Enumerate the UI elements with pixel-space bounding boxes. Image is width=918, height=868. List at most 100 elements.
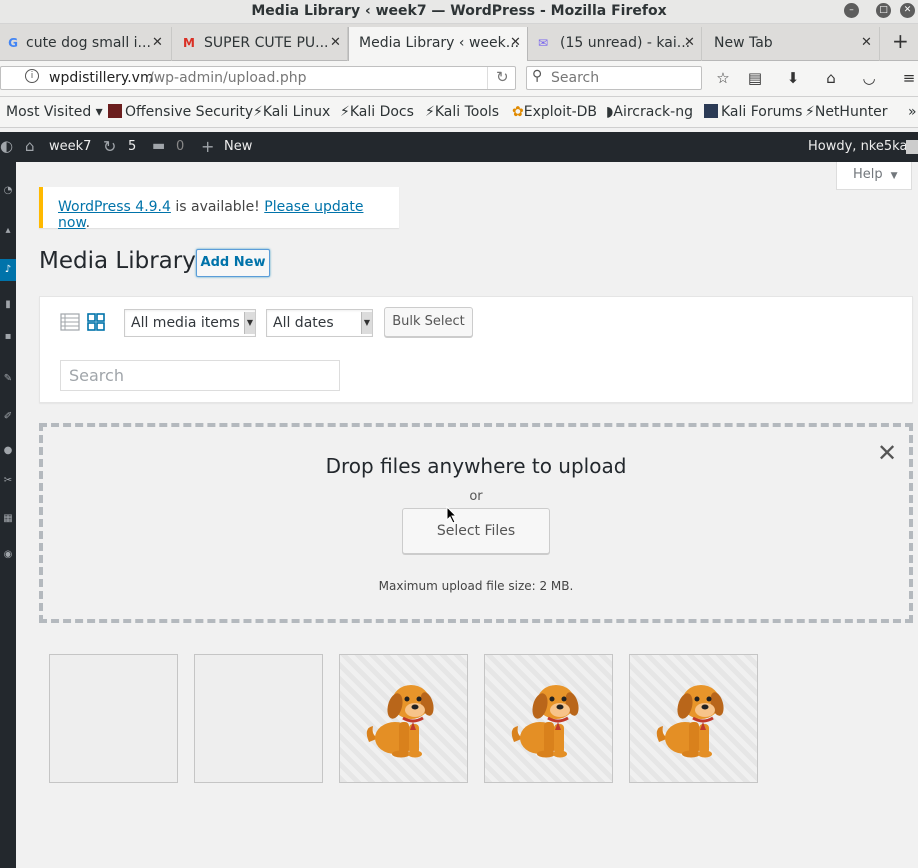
users-icon[interactable]: ●: [0, 444, 16, 458]
posts-icon[interactable]: ▴: [0, 224, 16, 238]
media-attachment-thumbnail[interactable]: [339, 654, 468, 783]
window-title: Media Library ‹ week7 — WordPress - Mozi…: [251, 3, 667, 19]
home-icon[interactable]: ⌂: [822, 69, 840, 87]
home-icon[interactable]: ⌂: [25, 137, 35, 155]
upload-dropzone[interactable]: ✕ Drop files anywhere to upload or Selec…: [39, 423, 913, 623]
plugins-icon[interactable]: ✐: [0, 410, 16, 424]
wp-admin-bar: ◐ ⌂ week7 ↻ 5 ▬ 0 + New Howdy, nke5ka: [0, 132, 918, 162]
list-view-icon[interactable]: [60, 313, 80, 331]
bookmark-label: Kali Docs: [349, 104, 414, 120]
kali-dragon-icon: ⚡: [805, 104, 815, 120]
avatar[interactable]: [906, 140, 918, 154]
google-icon: G: [8, 36, 18, 50]
select-files-button[interactable]: Select Files: [402, 508, 550, 554]
bulk-select-button[interactable]: Bulk Select: [384, 307, 473, 337]
close-tab-icon[interactable]: ✕: [152, 27, 163, 59]
comments-menu-icon[interactable]: ▪: [0, 330, 16, 344]
bookmark-kali-linux[interactable]: ⚡Kali Linux: [253, 104, 330, 120]
navigation-toolbar: ◂ i wpdistillery.vm /wp-admin/upload.php…: [0, 61, 918, 97]
menu-hamburger-icon[interactable]: ≡: [900, 69, 918, 87]
media-type-select[interactable]: All media items ▼: [124, 309, 256, 337]
downloads-icon[interactable]: ⬇: [784, 69, 802, 87]
close-window-icon[interactable]: ✕: [900, 3, 915, 18]
maximize-icon[interactable]: □: [876, 3, 891, 18]
media-search-placeholder: Search: [69, 366, 124, 385]
dog-image-icon: [511, 685, 579, 758]
bookmark-kali-tools[interactable]: ⚡Kali Tools: [425, 104, 499, 120]
bookmark-label: Exploit-DB: [523, 104, 598, 120]
media-search-input[interactable]: Search: [60, 360, 340, 391]
search-icon: ⚲: [532, 68, 543, 84]
tab-media-library[interactable]: Media Library ‹ week... ✕: [348, 27, 528, 61]
tab-google[interactable]: G cute dog small i... ✕: [0, 27, 172, 61]
pages-icon[interactable]: ▮: [0, 298, 16, 312]
media-attachment-thumbnail[interactable]: [194, 654, 323, 783]
bookmark-most-visited[interactable]: Most Visited ▾: [6, 104, 103, 120]
media-attachment-thumbnail[interactable]: [629, 654, 758, 783]
bookmark-star-icon[interactable]: ☆: [714, 69, 732, 87]
close-tab-icon[interactable]: ✕: [330, 27, 341, 59]
dashboard-icon[interactable]: ◔: [0, 184, 16, 198]
bookmark-nethunter[interactable]: ⚡NetHunter: [805, 104, 888, 120]
bookmark-kali-forums[interactable]: Kali Forums: [704, 104, 802, 120]
tab-mail[interactable]: ✉ (15 unread) - kai... ✕: [530, 27, 702, 61]
bookmark-label: Most Visited: [6, 104, 92, 120]
add-new-button[interactable]: Add New: [196, 249, 270, 277]
tab-gmail[interactable]: M SUPER CUTE PU... ✕: [176, 27, 348, 61]
bookmarks-toolbar: Most Visited ▾ Offensive Security ⚡Kali …: [0, 97, 918, 128]
url-host: wpdistillery.vm: [49, 70, 154, 86]
tab-label: SUPER CUTE PU...: [204, 35, 329, 51]
site-name[interactable]: week7: [49, 139, 91, 154]
max-upload-size: Maximum upload file size: 2 MB.: [378, 579, 574, 593]
pocket-icon[interactable]: ◡: [860, 69, 878, 87]
url-bar[interactable]: i wpdistillery.vm /wp-admin/upload.php ↻: [0, 66, 516, 90]
bookmark-exploit-db[interactable]: ✿Exploit-DB: [512, 104, 597, 120]
new-tab-plus-icon[interactable]: +: [892, 29, 909, 53]
comments-count[interactable]: 0: [176, 139, 184, 154]
bookmark-kali-docs[interactable]: ⚡Kali Docs: [340, 104, 414, 120]
plus-icon[interactable]: +: [201, 137, 214, 156]
window-titlebar: Media Library ‹ week7 — WordPress - Mozi…: [0, 0, 918, 24]
grid-view-icon[interactable]: [87, 313, 105, 331]
wordpress-version-link[interactable]: WordPress 4.9.4: [58, 199, 171, 215]
howdy-user[interactable]: Howdy, nke5ka: [808, 139, 907, 154]
help-label: Help: [853, 167, 883, 182]
url-path: /wp-admin/upload.php: [149, 70, 307, 86]
updates-count[interactable]: 5: [128, 139, 136, 154]
minimize-icon[interactable]: –: [844, 3, 859, 18]
update-notice: WordPress 4.9.4 is available! Please upd…: [39, 187, 399, 231]
dropdown-arrow-icon: ▼: [244, 312, 255, 334]
appearance-icon[interactable]: ✎: [0, 372, 16, 386]
kali-dragon-icon: ⚡: [340, 104, 350, 120]
bookmark-label: Kali Forums: [721, 104, 803, 120]
tab-label: New Tab: [714, 35, 773, 51]
reload-icon[interactable]: ↻: [496, 68, 509, 86]
reading-list-icon[interactable]: ▤: [746, 69, 764, 87]
tab-bar: G cute dog small i... ✕ M SUPER CUTE PU.…: [0, 24, 918, 61]
chevron-down-icon: ▾: [91, 104, 103, 120]
wordpress-logo-icon[interactable]: ◐: [0, 137, 13, 155]
media-type-value: All media items: [131, 315, 240, 331]
bookmark-label: Kali Tools: [434, 104, 500, 120]
tab-new-tab[interactable]: New Tab ✕: [704, 27, 880, 61]
media-attachment-thumbnail[interactable]: [484, 654, 613, 783]
close-tab-icon[interactable]: ✕: [861, 27, 872, 59]
help-tab-button[interactable]: Help ▼: [836, 162, 912, 190]
bookmarks-overflow-icon[interactable]: »: [908, 104, 917, 120]
bookmark-aircrack[interactable]: ◗Aircrack-ng: [606, 104, 693, 120]
dropzone-title: Drop files anywhere to upload: [325, 454, 627, 478]
collapse-menu-icon[interactable]: ◉: [0, 548, 16, 562]
updates-icon[interactable]: ↻: [103, 137, 116, 156]
date-filter-select[interactable]: All dates ▼: [266, 309, 373, 337]
media-attachment-thumbnail[interactable]: [49, 654, 178, 783]
new-content-link[interactable]: New: [224, 139, 252, 154]
comments-icon[interactable]: ▬: [152, 138, 165, 154]
browser-search-input[interactable]: ⚲ Search: [526, 66, 702, 90]
browser-search-placeholder: Search: [551, 70, 600, 86]
close-tab-icon[interactable]: ✕: [510, 27, 521, 59]
settings-icon[interactable]: ▦: [0, 512, 16, 526]
close-tab-icon[interactable]: ✕: [684, 27, 695, 59]
info-icon[interactable]: i: [25, 69, 39, 83]
tools-icon[interactable]: ✂: [0, 474, 16, 488]
bookmark-offensive-security[interactable]: Offensive Security: [108, 104, 253, 120]
